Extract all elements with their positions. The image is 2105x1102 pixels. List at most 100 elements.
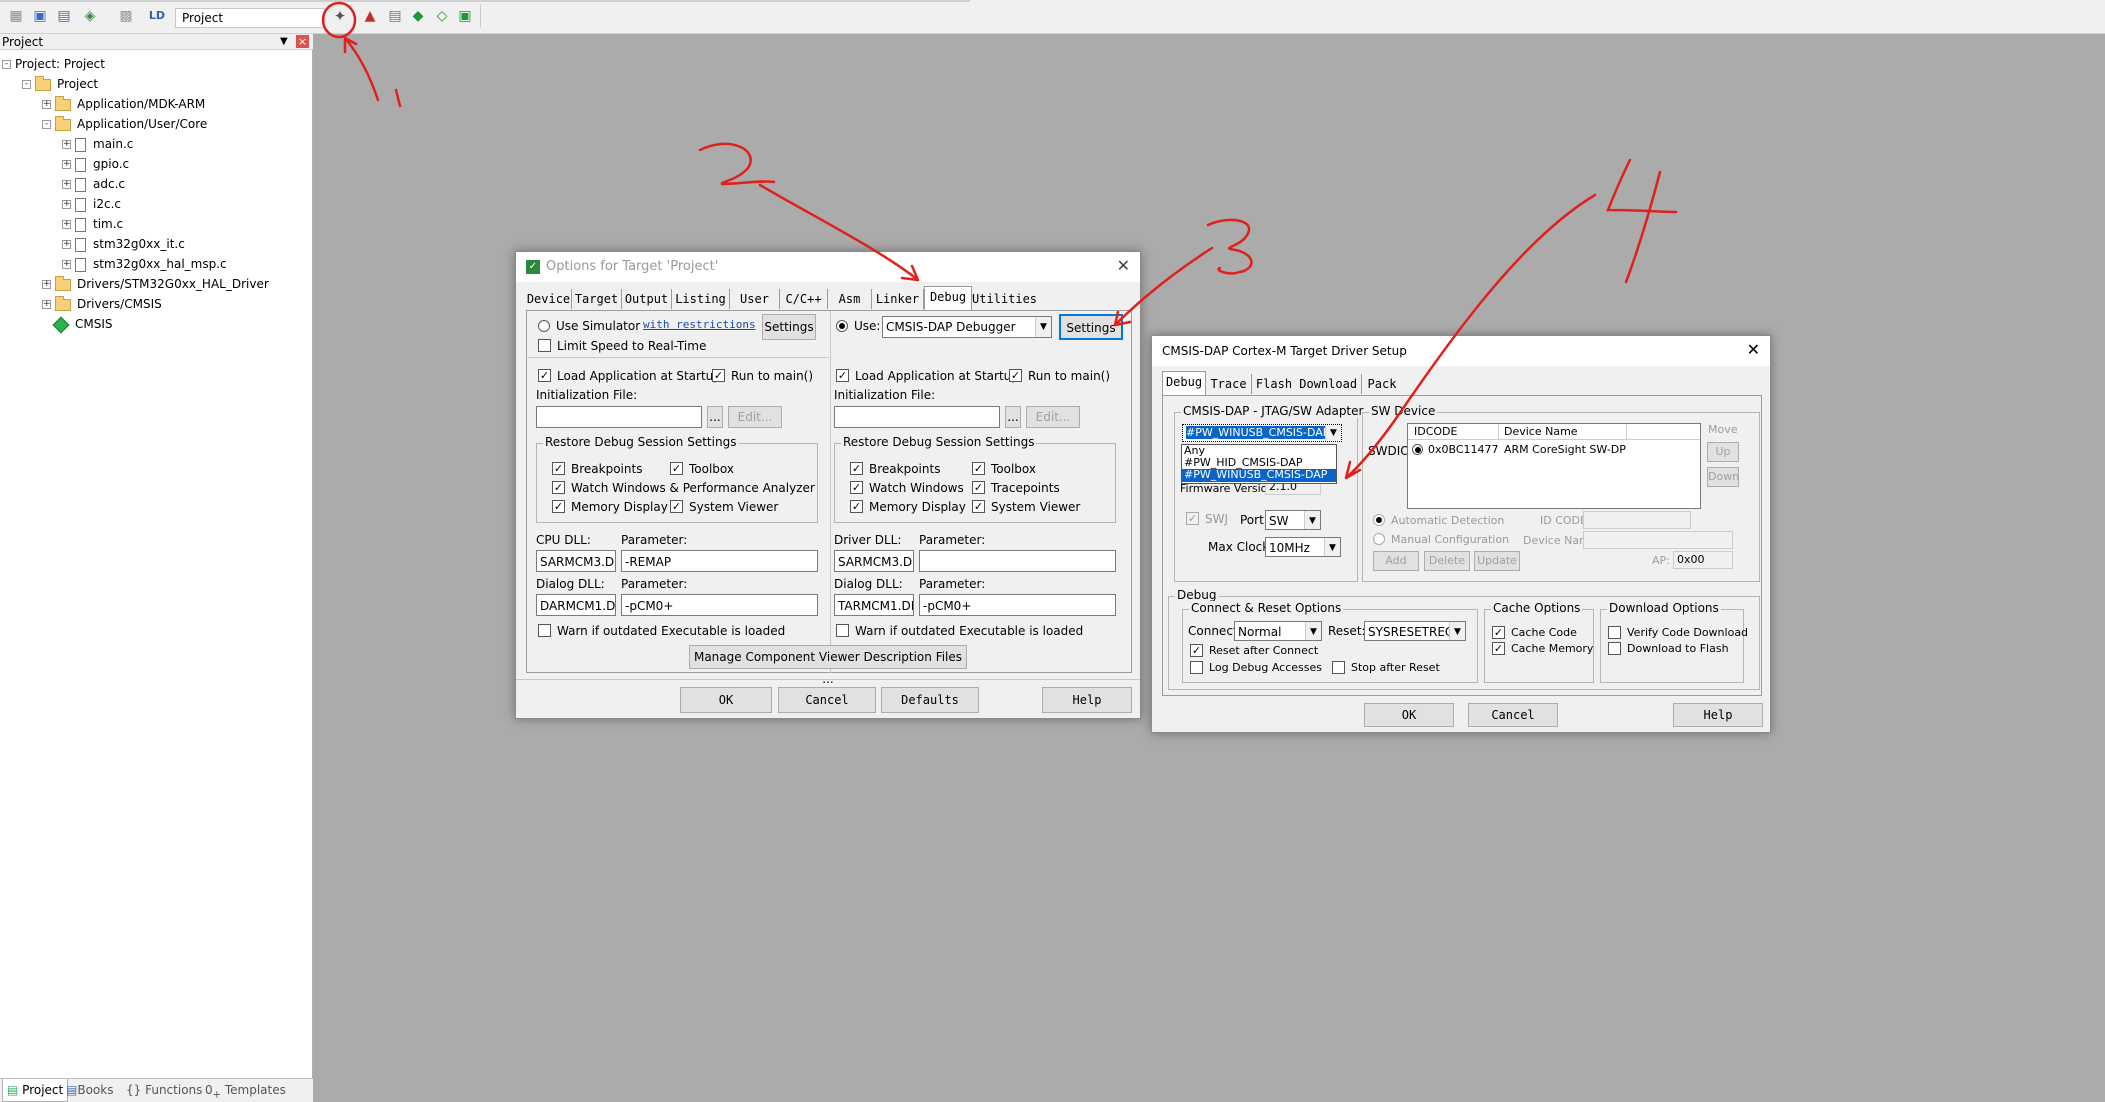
target-combo[interactable]: Project (175, 8, 325, 28)
debugger-settings-button[interactable]: Settings (1059, 314, 1123, 340)
close-icon[interactable]: ✕ (1117, 256, 1130, 275)
tab-listing[interactable]: Listing (672, 289, 730, 309)
expand-icon[interactable]: + (62, 180, 71, 189)
connect-select[interactable]: Normal ▼ (1234, 621, 1322, 641)
help-button[interactable]: Help (1673, 703, 1763, 727)
tree-file-item[interactable]: + tim.c (62, 214, 123, 234)
toolbox-checkbox[interactable]: Toolbox (670, 462, 734, 476)
tab-pack[interactable]: Pack (1362, 374, 1402, 394)
browse-button[interactable]: ... (1005, 406, 1021, 428)
tree-file-item[interactable]: + gpio.c (62, 154, 129, 174)
collapse-icon[interactable]: - (22, 80, 31, 89)
dialog-dll-input[interactable]: DARMCM1.DLL (536, 594, 616, 616)
manage-project-icon[interactable]: ▲ (360, 6, 380, 26)
tree-folder-item[interactable]: - Application/User/Core (42, 114, 207, 134)
update-button[interactable]: Update (1474, 551, 1520, 571)
tree-folder-item[interactable]: + Application/MDK-ARM (42, 94, 205, 114)
up-button[interactable]: Up (1707, 442, 1739, 462)
load-app-checkbox[interactable]: Load Application at Startup (538, 369, 721, 383)
expand-icon[interactable]: + (42, 100, 51, 109)
watch-windows-checkbox[interactable]: Watch Windows & Performance Analyzer (552, 481, 815, 495)
toolbox-checkbox[interactable]: Toolbox (972, 462, 1036, 476)
tree-file-item[interactable]: + i2c.c (62, 194, 121, 214)
collapse-icon[interactable]: - (2, 60, 11, 69)
use-simulator-radio[interactable]: Use Simulator (538, 319, 640, 333)
tab-functions[interactable]: {} Functions (126, 1079, 202, 1101)
dialog-dll-input[interactable]: TARMCM1.DLL (834, 594, 914, 616)
tab-cpp[interactable]: C/C++ (780, 289, 828, 309)
warn-outdated-checkbox[interactable]: Warn if outdated Executable is loaded (836, 624, 1083, 638)
manual-config-radio[interactable]: Manual Configuration (1373, 533, 1509, 546)
batch-build-icon[interactable]: ▤ (54, 6, 74, 26)
adapter-select[interactable]: #PW_WINUSB_CMSIS-DAP ▼ (1182, 424, 1342, 442)
tab-trace[interactable]: Trace (1206, 374, 1252, 394)
driver-dll-input[interactable]: SARMCM3.DLL (834, 550, 914, 572)
defaults-button[interactable]: Defaults (881, 687, 979, 713)
expand-icon[interactable]: + (62, 140, 71, 149)
max-clock-select[interactable]: 10MHz ▼ (1265, 537, 1341, 557)
edit-button[interactable]: Edit... (1026, 406, 1080, 428)
close-icon[interactable]: ✕ (1747, 340, 1760, 359)
stop-build-icon[interactable]: ▩ (116, 6, 136, 26)
debugger-select[interactable]: CMSIS-DAP Debugger ▼ (882, 316, 1052, 338)
expand-icon[interactable]: + (62, 260, 71, 269)
memory-display-checkbox[interactable]: Memory Display (850, 500, 966, 514)
cpu-parameter-input[interactable]: -REMAP (621, 550, 818, 572)
tracepoints-checkbox[interactable]: Tracepoints (972, 481, 1060, 495)
tab-device[interactable]: Device (526, 289, 572, 309)
manage-component-viewer-button[interactable]: Manage Component Viewer Description File… (689, 645, 967, 686)
delete-button[interactable]: Delete (1424, 551, 1470, 571)
memory-display-checkbox[interactable]: Memory Display (552, 500, 668, 514)
collapse-icon[interactable]: - (42, 120, 51, 129)
help-button[interactable]: Help (1042, 687, 1132, 713)
driver-parameter-input[interactable] (919, 550, 1116, 572)
simulator-settings-button[interactable]: Settings (762, 314, 816, 340)
tab-books[interactable]: ▤Books (66, 1079, 113, 1101)
use-debugger-radio[interactable]: Use: (836, 319, 880, 333)
tree-folder-item[interactable]: + Drivers/CMSIS (42, 294, 162, 314)
tree-folder-item[interactable]: + Drivers/STM32G0xx_HAL_Driver (42, 274, 269, 294)
init-file-input[interactable] (834, 406, 1000, 428)
rebuild-icon[interactable]: ▣ (30, 6, 50, 26)
tab-utilities[interactable]: Utilities (972, 289, 1037, 309)
edit-button[interactable]: Edit... (728, 406, 782, 428)
expand-icon[interactable]: + (42, 280, 51, 289)
system-viewer-checkbox[interactable]: System Viewer (670, 500, 778, 514)
cache-code-checkbox[interactable]: Cache Code (1492, 625, 1577, 639)
target-options-icon[interactable]: ✦ (330, 6, 350, 26)
expand-icon[interactable]: + (62, 160, 71, 169)
tree-file-item[interactable]: + stm32g0xx_it.c (62, 234, 185, 254)
dialog-parameter-input[interactable]: -pCM0+ (621, 594, 818, 616)
down-button[interactable]: Down (1707, 467, 1739, 487)
cache-memory-checkbox[interactable]: Cache Memory (1492, 641, 1593, 655)
pin-icon[interactable]: ▼ (280, 34, 288, 50)
tab-asm[interactable]: Asm (828, 289, 872, 309)
close-icon[interactable]: × (296, 35, 309, 48)
tab-debug[interactable]: Debug (924, 286, 972, 310)
run-to-main-checkbox[interactable]: Run to main() (712, 369, 813, 383)
system-viewer-checkbox[interactable]: System Viewer (972, 500, 1080, 514)
tab-flash-download[interactable]: Flash Download (1252, 374, 1362, 394)
reset-after-connect-checkbox[interactable]: Reset after Connect (1190, 643, 1318, 657)
warn-outdated-checkbox[interactable]: Warn if outdated Executable is loaded (538, 624, 785, 638)
cpu-dll-input[interactable]: SARMCM3.DLL (536, 550, 616, 572)
expand-icon[interactable]: + (62, 240, 71, 249)
file-extensions-icon[interactable]: ▤ (385, 6, 405, 26)
event-recorder-icon[interactable]: ▣ (455, 6, 475, 26)
log-debug-checkbox[interactable]: Log Debug Accesses (1190, 660, 1322, 674)
load-app-checkbox[interactable]: Load Application at Startup (836, 369, 1019, 383)
with-restrictions-link[interactable]: with restrictions (643, 318, 756, 331)
expand-icon[interactable]: + (62, 220, 71, 229)
tree-root-item[interactable]: - Project: Project (2, 54, 105, 74)
ok-button[interactable]: OK (1364, 703, 1454, 727)
tab-project[interactable]: ▤ Project (2, 1079, 69, 1102)
tab-templates[interactable]: 0+ Templates (205, 1079, 286, 1102)
cancel-button[interactable]: Cancel (778, 687, 876, 713)
limit-speed-checkbox[interactable]: Limit Speed to Real-Time (538, 339, 706, 353)
expand-icon[interactable]: + (62, 200, 71, 209)
reset-select[interactable]: SYSRESETREQ ▼ (1364, 621, 1466, 641)
dialog-parameter-input[interactable]: -pCM0+ (919, 594, 1116, 616)
tab-debug[interactable]: Debug (1162, 371, 1206, 395)
build-icon[interactable]: ▦ (6, 6, 26, 26)
load-icon[interactable]: LD (147, 6, 167, 26)
